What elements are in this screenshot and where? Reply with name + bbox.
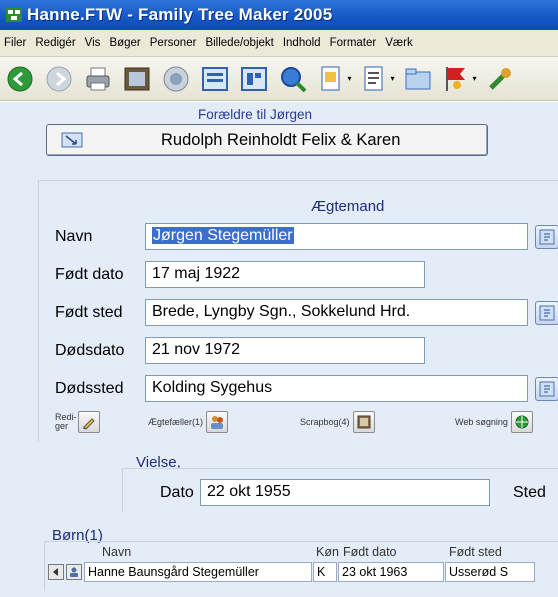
- child-birth-date-cell[interactable]: 23 okt 1963: [338, 562, 444, 582]
- spouse-section-title: Ægtemand: [311, 198, 385, 215]
- folder-icon: [405, 68, 431, 89]
- child-sex-cell[interactable]: K: [313, 562, 337, 582]
- birth-date-field[interactable]: 17 maj 1922: [145, 261, 425, 288]
- pedigree-icon: [163, 66, 189, 91]
- menu-rediger[interactable]: Redigér: [35, 37, 75, 49]
- app-icon: [6, 8, 22, 22]
- outline-view-icon: [241, 66, 267, 91]
- tool-icon: [489, 67, 511, 90]
- marriage-place-label: Sted: [513, 484, 546, 501]
- source-icon: [539, 381, 555, 397]
- print-button[interactable]: [80, 61, 116, 97]
- source-icon: [539, 305, 555, 321]
- folder-button[interactable]: [400, 61, 436, 97]
- edit-label: Redi- ger: [55, 412, 77, 431]
- window-title: Hanne.FTW - Family Tree Maker 2005: [27, 5, 333, 24]
- scrapbook-icon: [357, 415, 371, 429]
- scrapbook-button[interactable]: [352, 411, 375, 433]
- flag-icon: [446, 66, 466, 91]
- arrow-left-icon: [53, 568, 58, 576]
- parents-button[interactable]: Rudolph Reinholdt Felix & Karen: [46, 124, 488, 156]
- scrapbook-label: Scrapbog(4): [300, 416, 350, 427]
- individual-view-button[interactable]: [197, 61, 233, 97]
- globe-icon: [515, 415, 529, 429]
- column-header-birth-date: Født dato: [343, 545, 397, 559]
- title-bar: Hanne.FTW - Family Tree Maker 2005: [0, 0, 558, 30]
- search-icon: [281, 66, 307, 92]
- column-header-birth-place: Født sted: [449, 545, 502, 559]
- report-icon: [364, 66, 383, 90]
- forward-button[interactable]: [41, 61, 77, 97]
- person-icon: [70, 567, 78, 577]
- marriage-date-label: Dato: [160, 484, 194, 501]
- web-search-button[interactable]: [510, 411, 533, 433]
- individual-view-icon: [202, 66, 228, 91]
- marriage-date-field[interactable]: 22 okt 1955: [200, 479, 490, 506]
- document-button[interactable]: ▾: [314, 61, 354, 97]
- menu-vis[interactable]: Vis: [85, 37, 101, 49]
- parents-label: Forældre til Jørgen: [198, 107, 313, 122]
- birth-date-label: Født dato: [55, 266, 124, 283]
- name-value: Jørgen Stegemüller: [152, 227, 294, 244]
- child-details-button[interactable]: [66, 564, 82, 580]
- menu-formater[interactable]: Formater: [330, 37, 377, 49]
- table-row[interactable]: Hanne Baunsgård Stegemüller K 23 okt 196…: [48, 562, 558, 582]
- edit-tool[interactable]: Redi- ger: [55, 408, 100, 436]
- go-to-child-button[interactable]: [48, 564, 64, 580]
- birth-place-field[interactable]: Brede, Lyngby Sgn., Sokkelund Hrd.: [145, 299, 528, 326]
- name-field[interactable]: Jørgen Stegemüller: [145, 223, 528, 250]
- name-sources-button[interactable]: [535, 225, 558, 249]
- scrapbook-tool[interactable]: Scrapbog(4): [300, 408, 375, 436]
- family-view-button[interactable]: [119, 61, 155, 97]
- parents-icon: [61, 132, 83, 148]
- menu-indhold[interactable]: Indhold: [283, 37, 321, 49]
- print-icon: [86, 67, 110, 90]
- search-button[interactable]: [275, 61, 311, 97]
- spouses-tool[interactable]: Ægtefæller(1): [148, 408, 229, 436]
- death-place-sources-button[interactable]: [535, 377, 558, 401]
- pedigree-button[interactable]: [158, 61, 194, 97]
- source-icon: [539, 229, 555, 245]
- forward-icon: [46, 66, 72, 91]
- outline-view-button[interactable]: [236, 61, 272, 97]
- death-place-field[interactable]: Kolding Sygehus: [145, 375, 528, 402]
- report-button[interactable]: ▾: [357, 61, 397, 97]
- flag-button[interactable]: ▾: [439, 61, 479, 97]
- menu-billede-objekt[interactable]: Billede/objekt: [205, 37, 273, 49]
- pencil-icon: [83, 418, 95, 430]
- column-header-name: Navn: [102, 545, 132, 559]
- tool-button[interactable]: [482, 61, 518, 97]
- spouses-button[interactable]: [206, 411, 229, 433]
- people-icon: [211, 416, 224, 429]
- toolbar: ▾ ▾ ▾: [0, 57, 558, 101]
- spouses-label: Ægtefæller(1): [148, 416, 204, 427]
- death-place-label: Dødssted: [55, 380, 124, 397]
- web-search-label: Web søgning: [455, 416, 508, 427]
- back-icon: [7, 66, 33, 91]
- document-icon: [321, 66, 340, 90]
- web-search-tool[interactable]: Web søgning: [455, 408, 533, 436]
- birth-place-sources-button[interactable]: [535, 301, 558, 325]
- child-birth-place-cell[interactable]: Usserød S: [445, 562, 535, 582]
- birth-place-label: Født sted: [55, 304, 123, 321]
- back-button[interactable]: [2, 61, 38, 97]
- menu-boger[interactable]: Bøger: [109, 37, 140, 49]
- family-view-icon: [124, 67, 150, 90]
- name-label: Navn: [55, 228, 93, 245]
- menu-vaerktoj[interactable]: Værk: [385, 37, 412, 49]
- death-date-field[interactable]: 21 nov 1972: [145, 337, 425, 364]
- menu-personer[interactable]: Personer: [150, 37, 197, 49]
- child-name-cell[interactable]: Hanne Baunsgård Stegemüller: [84, 562, 312, 582]
- death-date-label: Dødsdato: [55, 342, 125, 359]
- parents-name: Rudolph Reinholdt Felix & Karen: [161, 131, 401, 149]
- edit-button[interactable]: [78, 411, 100, 433]
- column-header-sex: Køn: [316, 545, 339, 559]
- menu-bar: Filer Redigér Vis Bøger Personer Billede…: [0, 30, 558, 57]
- menu-filer[interactable]: Filer: [4, 37, 26, 49]
